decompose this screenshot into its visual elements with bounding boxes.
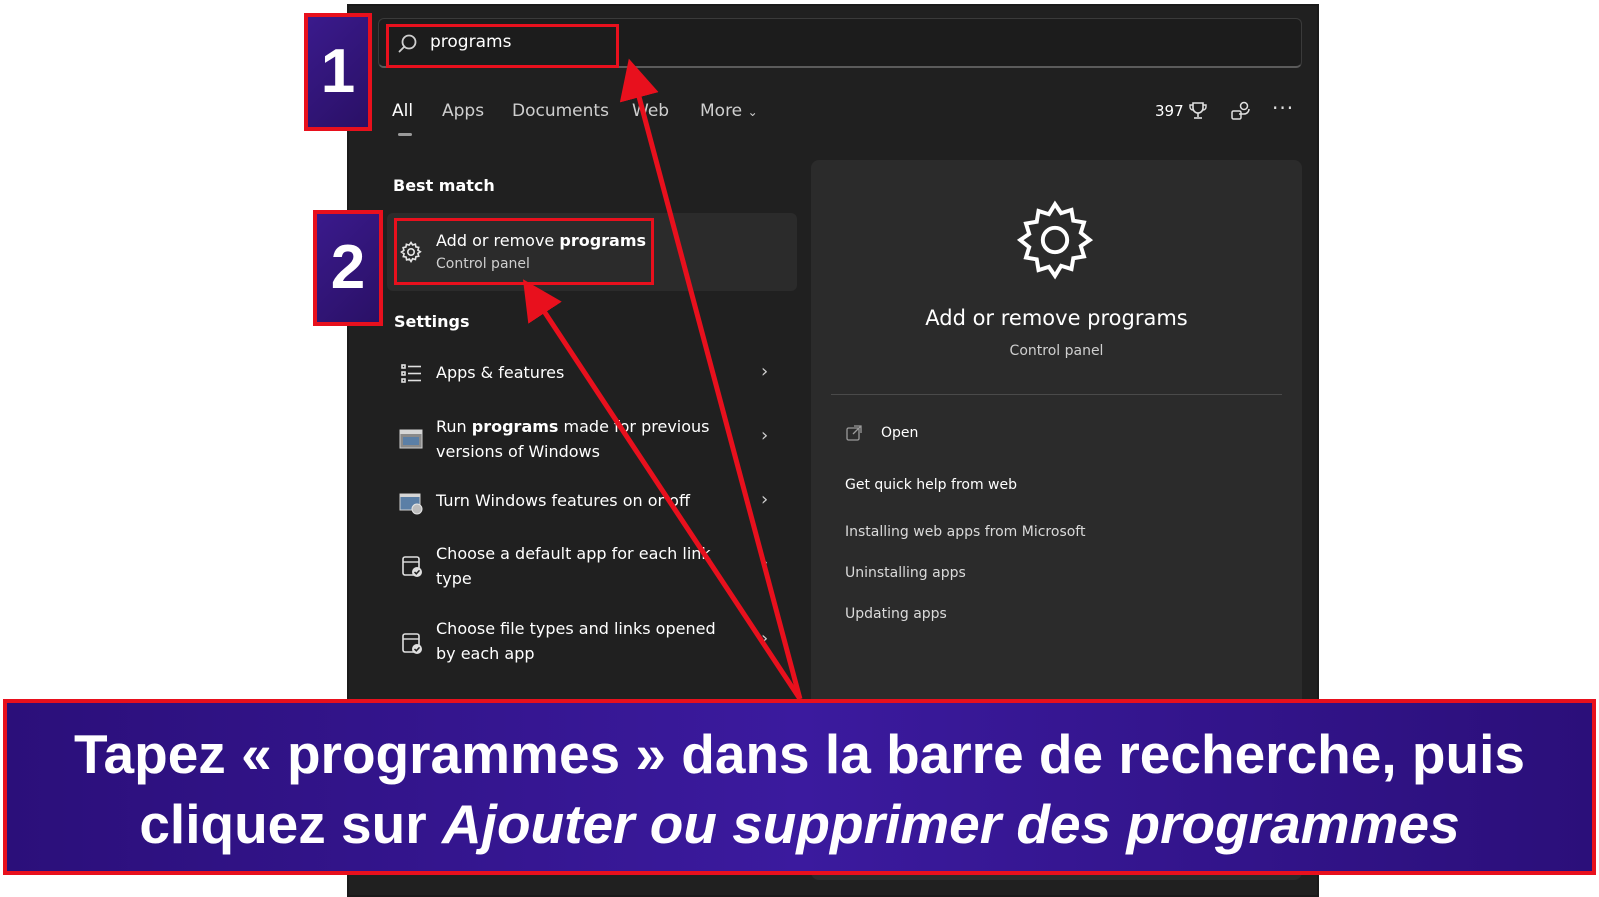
tab-apps[interactable]: Apps — [442, 101, 484, 121]
tab-web[interactable]: Web — [632, 101, 669, 121]
step-number: 1 — [320, 37, 356, 106]
quick-help-heading: Get quick help from web — [845, 477, 1017, 493]
list-icon — [401, 364, 421, 383]
search-highlight-box — [386, 24, 619, 68]
chevron-right-icon: › — [761, 361, 769, 382]
instruction-banner: Tapez « programmes » dans la barre de re… — [3, 699, 1596, 875]
chevron-right-icon: › — [761, 489, 769, 510]
tab-more[interactable]: More ⌄ — [700, 101, 758, 121]
step-1-marker: 1 — [304, 13, 372, 131]
step-number: 2 — [330, 233, 366, 302]
label-bold: programs — [471, 417, 559, 436]
tab-active-indicator — [398, 133, 412, 136]
settings-item-label: Choose a default app for each link — [436, 544, 711, 563]
open-action[interactable] — [842, 418, 1042, 448]
preview-divider — [831, 394, 1282, 395]
settings-item-label: Apps & features — [436, 363, 565, 382]
banner-line-2-plain: cliquez sur — [139, 793, 442, 855]
tab-all[interactable]: All — [392, 101, 413, 121]
settings-item-label-line2: versions of Windows — [436, 442, 600, 461]
open-action-label: Open — [881, 425, 919, 441]
settings-item-label: Turn Windows features on or off — [436, 491, 690, 510]
settings-item-label: Choose file types and links opened — [436, 619, 716, 638]
settings-item-label: Run programs made for previous — [436, 414, 710, 439]
rewards-points[interactable]: 397 — [1155, 102, 1184, 120]
windows-features-icon — [399, 493, 423, 515]
file-types-icon — [402, 633, 422, 654]
chevron-right-icon: › — [761, 628, 769, 649]
label-part: Run — [436, 417, 472, 436]
step-2-marker: 2 — [313, 210, 383, 326]
settings-item-label-line2: by each app — [436, 644, 535, 663]
help-link[interactable]: Updating apps — [845, 606, 947, 622]
banner-line-2-italic: Ajouter ou supprimer des programmes — [441, 793, 1460, 855]
banner-line-2: cliquez sur Ajouter ou supprimer des pro… — [7, 789, 1592, 859]
best-match-heading: Best match — [393, 176, 495, 195]
chevron-right-icon: › — [761, 425, 769, 446]
trophy-icon — [1189, 102, 1207, 119]
tab-documents[interactable]: Documents — [512, 101, 609, 121]
settings-item-label-line2: type — [436, 569, 472, 588]
compatibility-window-icon — [399, 429, 423, 449]
label-part: made for previous — [558, 417, 710, 436]
default-app-icon — [402, 556, 422, 577]
preview-subtitle: Control panel — [1009, 343, 1104, 359]
help-link[interactable]: Installing web apps from Microsoft — [845, 524, 1085, 540]
chevron-down-icon: ⌄ — [747, 105, 758, 119]
help-link[interactable]: Uninstalling apps — [845, 565, 966, 581]
settings-heading: Settings — [394, 312, 470, 331]
preview-title: Add or remove programs — [925, 306, 1188, 330]
chevron-right-icon: › — [761, 552, 769, 573]
gear-icon — [1016, 200, 1094, 280]
account-switch-icon[interactable] — [1230, 100, 1252, 122]
best-match-highlight-box — [394, 218, 654, 285]
more-options-icon[interactable]: ··· — [1272, 96, 1294, 120]
open-external-icon — [846, 425, 862, 441]
tab-more-label: More — [700, 101, 743, 121]
points-value: 397 — [1155, 102, 1184, 120]
banner-line-1: Tapez « programmes » dans la barre de re… — [74, 723, 1525, 785]
